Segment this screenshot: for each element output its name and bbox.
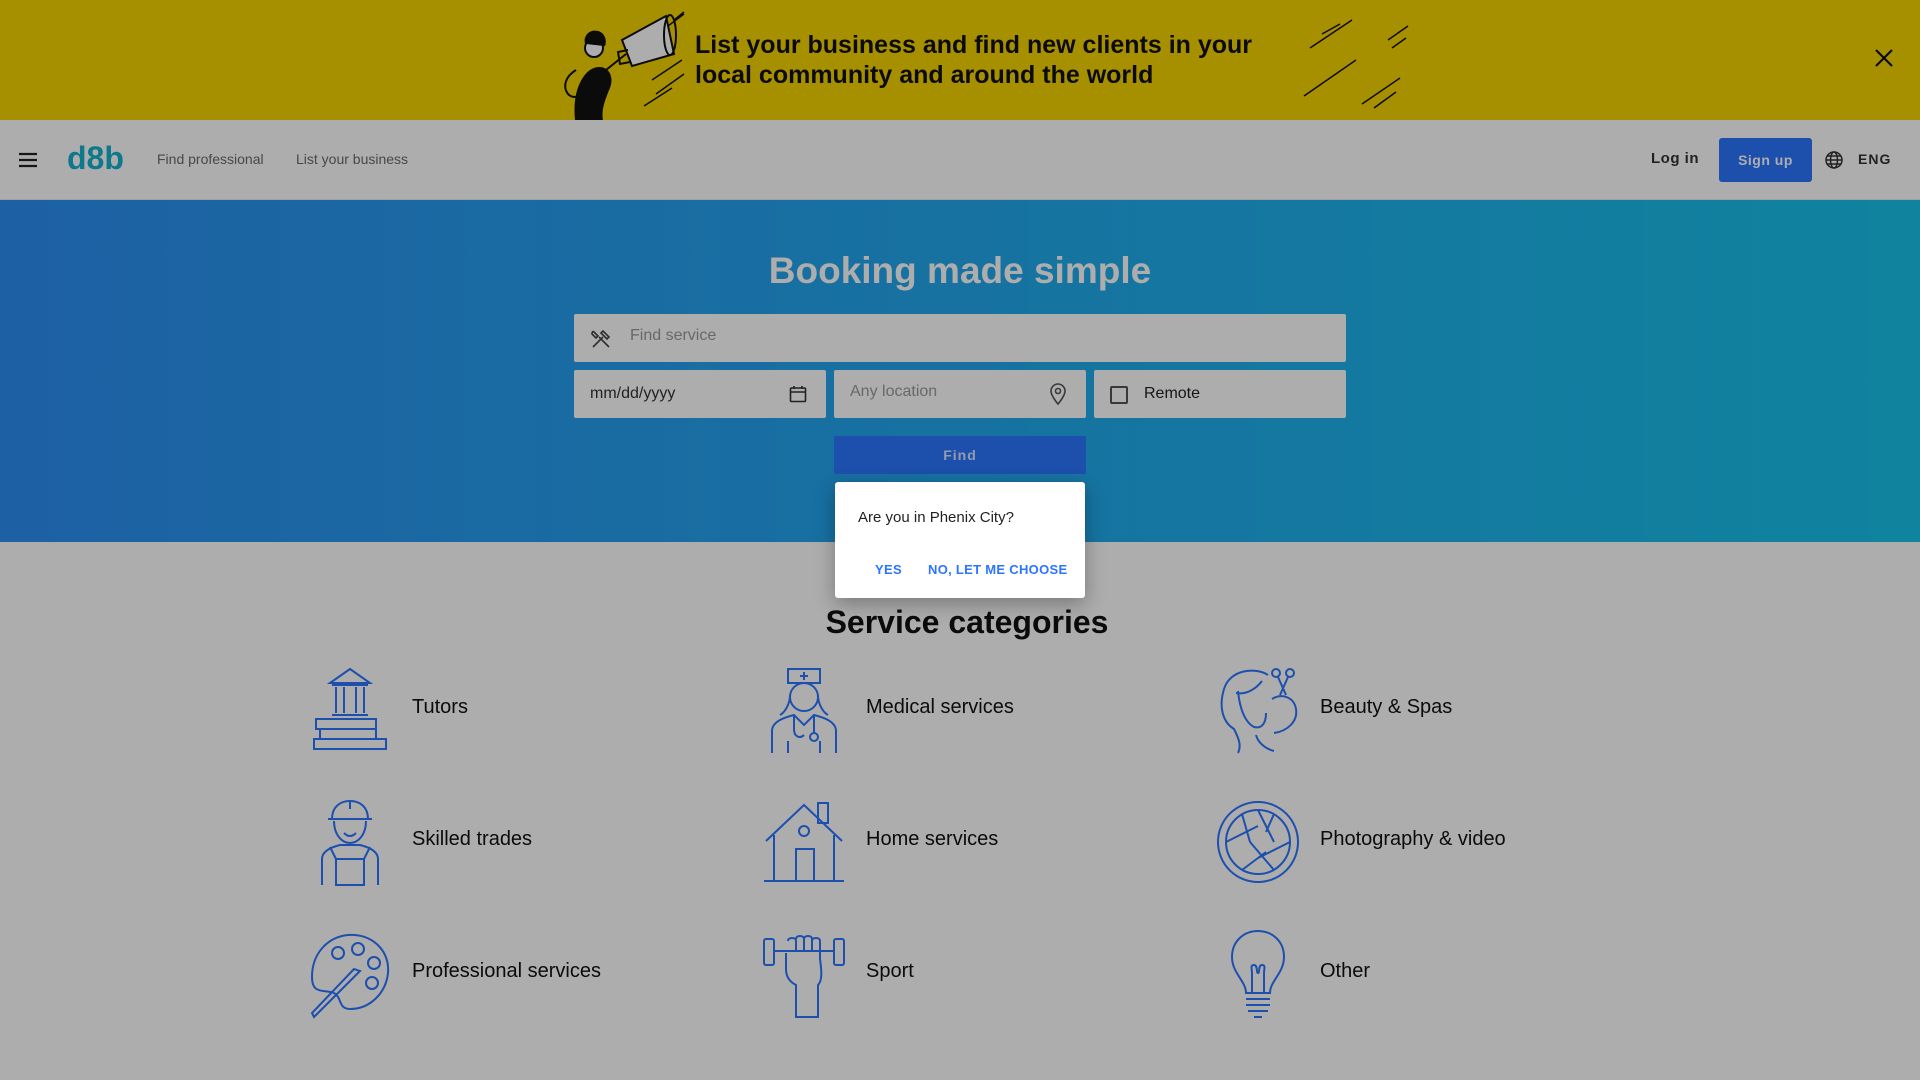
dialog-question: Are you in Phenix City? [858,509,1014,526]
dialog-no-button[interactable]: NO, LET ME CHOOSE [928,562,1067,577]
location-confirm-dialog: Are you in Phenix City? YES NO, LET ME C… [835,482,1085,598]
dialog-yes-button[interactable]: YES [875,562,902,577]
